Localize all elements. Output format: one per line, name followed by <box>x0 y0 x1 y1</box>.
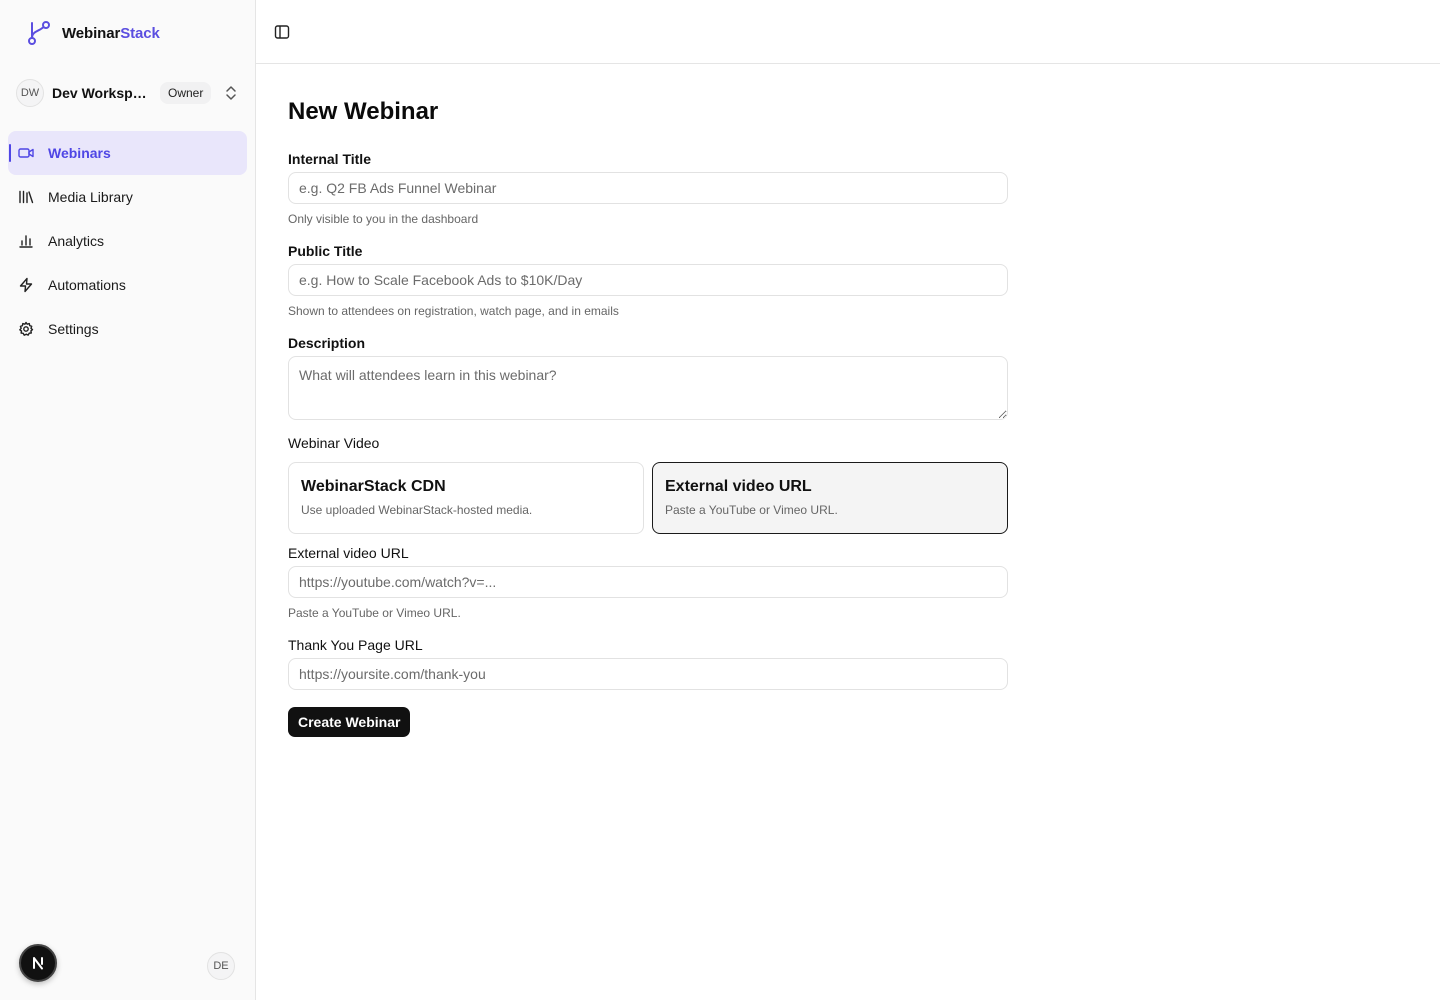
gear-icon <box>18 321 34 337</box>
internal-title-input[interactable] <box>288 172 1008 204</box>
topbar <box>256 0 1440 64</box>
option-description: Paste a YouTube or Vimeo URL. <box>665 503 838 517</box>
public-title-input[interactable] <box>288 264 1008 296</box>
thank-you-url-label: Thank You Page URL <box>288 637 423 653</box>
webinar-video-label: Webinar Video <box>288 435 380 451</box>
description-textarea[interactable] <box>288 356 1008 420</box>
sidebar-item-media-library[interactable]: Media Library <box>8 175 247 219</box>
dev-tools-button[interactable] <box>19 944 57 982</box>
sidebar-item-analytics[interactable]: Analytics <box>8 219 247 263</box>
sidebar-item-label: Webinars <box>48 145 111 161</box>
sidebar-item-label: Settings <box>48 321 99 337</box>
branch-icon <box>26 20 52 46</box>
public-title-label: Public Title <box>288 243 363 259</box>
panel-left-icon[interactable] <box>272 22 292 42</box>
zap-icon <box>18 277 34 293</box>
role-badge: Owner <box>160 82 212 104</box>
internal-title-hint: Only visible to you in the dashboard <box>288 212 479 226</box>
library-icon <box>18 189 34 205</box>
bar-chart-icon <box>18 233 34 249</box>
sidebar-nav: Webinars Media Library Analytics Automat… <box>8 131 247 351</box>
external-url-label: External video URL <box>288 545 409 561</box>
external-url-hint: Paste a YouTube or Vimeo URL. <box>288 606 461 620</box>
sidebar-item-label: Automations <box>48 277 126 293</box>
brand-name: WebinarStack <box>62 24 160 42</box>
video-icon <box>18 145 34 161</box>
description-label: Description <box>288 335 366 351</box>
video-source-external-option[interactable]: External video URL Paste a YouTube or Vi… <box>652 462 1008 534</box>
sidebar: WebinarStack DW Dev Workspace Owner Webi… <box>0 0 256 1000</box>
page-title: New Webinar <box>288 98 439 125</box>
n-logo-icon <box>33 957 43 970</box>
sidebar-item-label: Media Library <box>48 189 133 205</box>
sidebar-item-webinars[interactable]: Webinars <box>8 131 247 175</box>
thank-you-url-input[interactable] <box>288 658 1008 690</box>
create-webinar-button[interactable]: Create Webinar <box>288 707 411 737</box>
user-avatar[interactable]: DE <box>207 952 235 980</box>
sidebar-item-label: Analytics <box>48 233 105 249</box>
option-description: Use uploaded WebinarStack-hosted media. <box>301 503 533 517</box>
chevrons-up-down-icon[interactable] <box>224 85 238 106</box>
option-title: External video URL <box>665 478 812 495</box>
internal-title-label: Internal Title <box>288 151 371 167</box>
public-title-hint: Shown to attendees on registration, watc… <box>288 304 619 318</box>
workspace-avatar: DW <box>16 79 44 107</box>
workspace-name: Dev Workspace <box>52 85 152 101</box>
external-url-input[interactable] <box>288 566 1008 598</box>
sidebar-item-automations[interactable]: Automations <box>8 263 247 307</box>
option-title: WebinarStack CDN <box>301 478 446 495</box>
workspace-switcher[interactable]: DW Dev Workspace Owner <box>16 78 246 108</box>
sidebar-item-settings[interactable]: Settings <box>8 307 247 351</box>
brand[interactable]: WebinarStack <box>26 20 160 46</box>
video-source-cdn-option[interactable]: WebinarStack CDN Use uploaded WebinarSta… <box>288 462 644 534</box>
